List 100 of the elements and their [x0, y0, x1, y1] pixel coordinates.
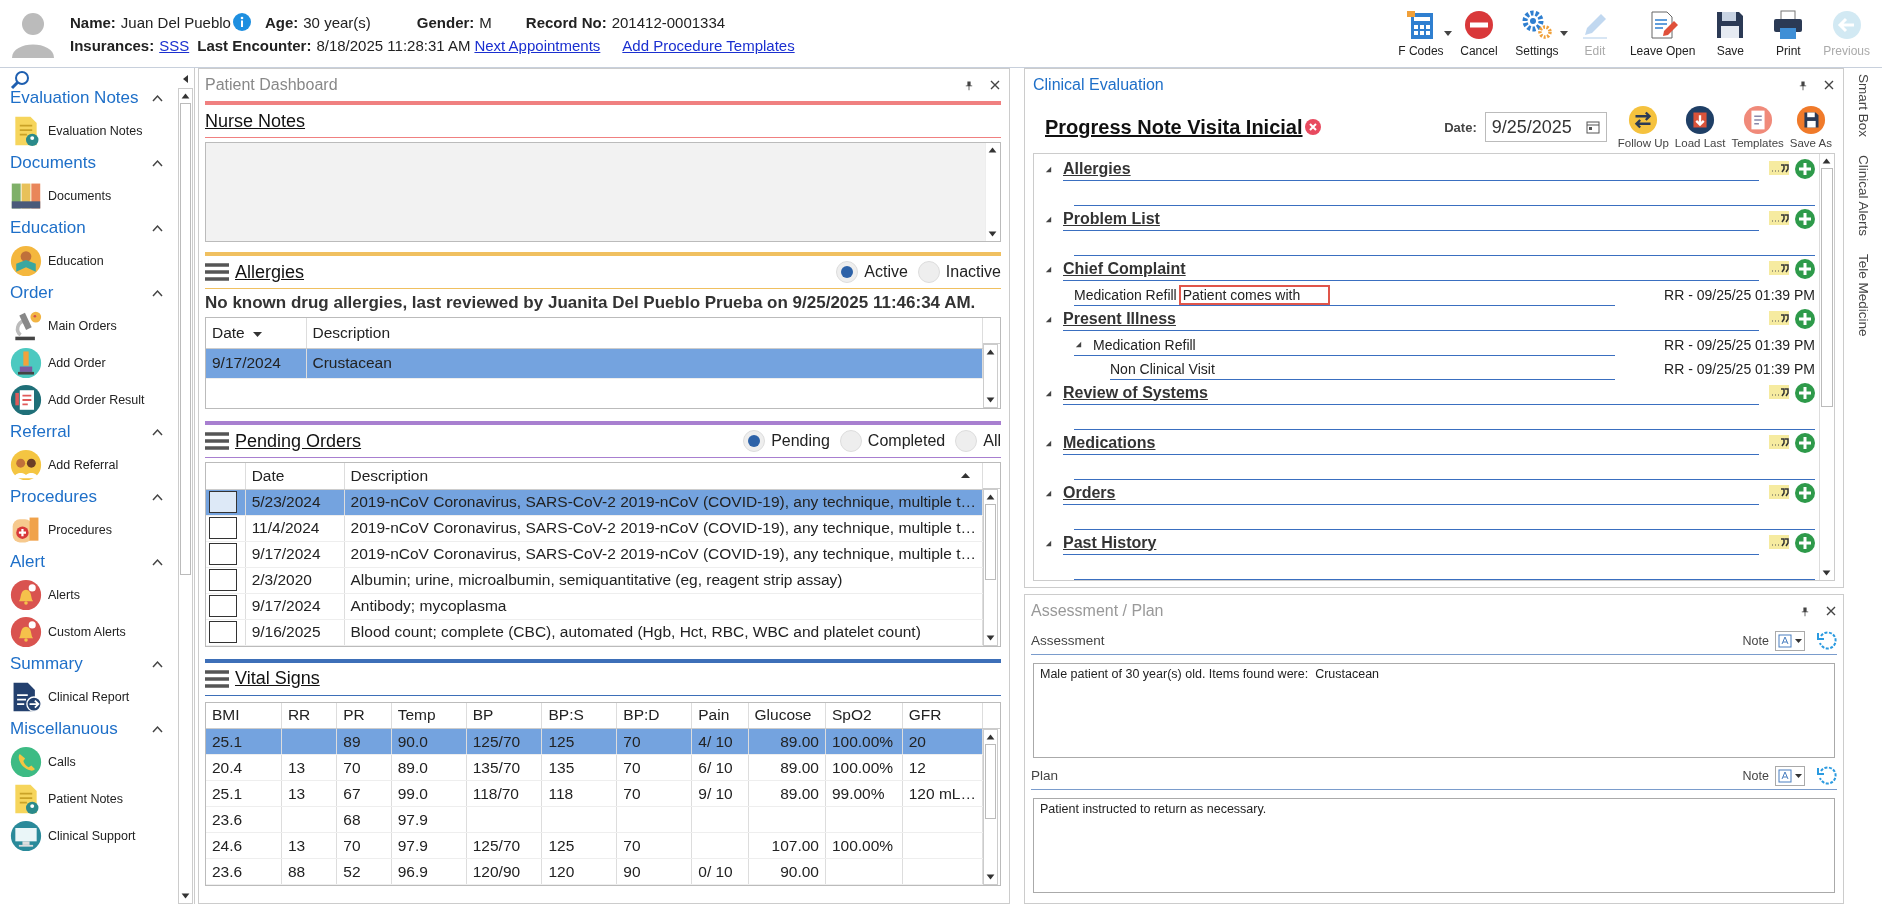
nav-item[interactable]: Add Order Result — [48, 392, 145, 407]
toolbar-button[interactable]: Settings — [1507, 7, 1566, 60]
quote-icon[interactable] — [1769, 260, 1789, 278]
insurance-link[interactable]: SSS — [159, 37, 190, 54]
checkbox[interactable] — [209, 517, 237, 539]
calendar-icon[interactable] — [1585, 120, 1600, 134]
date-field[interactable]: 9/25/2025 — [1484, 112, 1607, 142]
checkbox[interactable] — [209, 595, 237, 617]
toolbar-button[interactable]: Print — [1759, 7, 1818, 60]
nav-item[interactable]: Add Referral — [48, 457, 119, 472]
quote-icon[interactable] — [1769, 484, 1789, 502]
table-row[interactable]: 9/16/2025 Blood count; complete (CBC), automated (Hgb, Hct, RBC, WBC and platelet count) — [206, 619, 983, 645]
nav-item[interactable]: Add Order — [48, 355, 106, 370]
expand-arrow-icon[interactable] — [1044, 214, 1053, 224]
radio-button[interactable]: Inactive — [917, 261, 1001, 283]
table-row[interactable]: 11/4/2024 2019-nCoV Coronavirus, SARS-CoV-2 2019-nCoV (COVID-19), any technique, multiple t… — [206, 515, 983, 541]
quote-icon[interactable] — [1769, 534, 1789, 552]
radio-button[interactable]: Pending — [743, 430, 830, 452]
notes-field[interactable] — [205, 142, 1001, 242]
scrollbar[interactable] — [178, 88, 193, 904]
radio-button[interactable]: Active — [836, 261, 908, 283]
close-icon[interactable] — [1825, 605, 1837, 617]
table-row[interactable]: 9/17/2024 2019-nCoV Coronavirus, SARS-CoV-2 2019-nCoV (COVID-19), any technique, multiple t… — [206, 541, 983, 567]
caret-icon[interactable] — [1443, 31, 1452, 37]
column-header[interactable]: BP:S — [542, 702, 617, 729]
nav-item[interactable]: Procedures — [48, 522, 112, 537]
remove-icon[interactable] — [1304, 119, 1321, 135]
nav-item[interactable]: Clinical Support — [48, 828, 136, 843]
checkbox[interactable] — [209, 621, 237, 643]
expand-arrow-icon[interactable] — [1074, 340, 1083, 349]
sort-arrow-icon[interactable] — [961, 473, 970, 479]
toolbar-button[interactable]: F Codes — [1391, 7, 1450, 60]
chevron-icon[interactable] — [152, 558, 163, 566]
column-header[interactable]: BMI — [206, 702, 282, 729]
menu-icon[interactable] — [205, 263, 229, 281]
checkbox[interactable] — [209, 543, 237, 565]
add-icon[interactable] — [1795, 533, 1815, 553]
text-format-dropdown[interactable] — [1775, 765, 1805, 786]
section-heading[interactable]: Problem List — [1063, 209, 1160, 228]
menu-icon[interactable] — [205, 432, 229, 450]
section-title[interactable]: Vital Signs — [235, 668, 320, 689]
refresh-icon[interactable] — [1817, 765, 1837, 786]
nav-item[interactable]: Documents — [48, 188, 112, 203]
chevron-icon[interactable] — [152, 94, 163, 102]
column-header[interactable]: Date — [245, 463, 345, 489]
table-row[interactable]: 24.6 13 70 97.9 125/70 125 70 107.00 100.00% — [206, 832, 983, 859]
column-header[interactable]: GFR — [902, 702, 983, 729]
scrollbar[interactable] — [1819, 154, 1834, 580]
checkbox[interactable] — [209, 569, 237, 591]
section-title[interactable]: Pending Orders — [235, 430, 362, 452]
header-link[interactable]: Add Procedure Templates — [622, 37, 795, 54]
table-row[interactable]: 25.1 89 90.0 125/70 125 70 4/ 10 89.00 100.00% 20 — [206, 728, 983, 755]
caret-icon[interactable] — [1559, 31, 1568, 37]
section-heading[interactable]: Present Illness — [1063, 309, 1176, 328]
toolbar-button[interactable]: Save — [1701, 7, 1760, 60]
refresh-icon[interactable] — [1817, 630, 1837, 651]
expand-arrow-icon[interactable] — [1044, 164, 1053, 174]
quote-icon[interactable] — [1769, 210, 1789, 228]
action-button[interactable]: Save As — [1786, 105, 1835, 149]
chevron-icon[interactable] — [152, 224, 163, 232]
nav-item[interactable]: Custom Alerts — [48, 624, 126, 639]
radio-button[interactable]: Completed — [839, 430, 946, 452]
nav-item[interactable]: Calls — [48, 754, 76, 769]
table-row[interactable]: 5/23/2024 2019-nCoV Coronavirus, SARS-CoV-2 2019-nCoV (COVID-19), any technique, multiple t… — [206, 489, 983, 515]
table-row[interactable]: 23.6 68 97.9 — [206, 806, 983, 833]
side-tab[interactable]: Clinical Alerts — [1855, 155, 1871, 237]
checkbox[interactable] — [209, 491, 237, 513]
action-button[interactable]: Load Last — [1671, 105, 1729, 149]
side-tab[interactable]: Smart Box — [1855, 74, 1871, 138]
text-field[interactable]: Male patient of 30 year(s) old. Items found were: Crustacean — [1033, 663, 1835, 758]
header-link[interactable]: Next Appointments — [474, 37, 601, 54]
section-heading[interactable]: Medications — [1063, 433, 1156, 452]
section-heading[interactable]: Allergies — [1063, 159, 1131, 178]
info-icon[interactable] — [232, 13, 251, 31]
menu-icon[interactable] — [205, 669, 229, 688]
chevron-icon[interactable] — [152, 493, 163, 501]
expand-arrow-icon[interactable] — [1044, 438, 1053, 448]
expand-arrow-icon[interactable] — [1044, 538, 1053, 548]
close-icon[interactable] — [989, 79, 1001, 91]
add-icon[interactable] — [1795, 259, 1815, 279]
search-icon[interactable] — [10, 70, 30, 90]
section-title[interactable]: Nurse Notes — [205, 110, 306, 132]
table-row[interactable]: 25.1 13 67 99.0 118/70 118 70 9/ 10 89.00 99.00% 120 mL… — [206, 780, 983, 807]
column-header[interactable]: Glucose — [748, 702, 826, 729]
expand-arrow-icon[interactable] — [1044, 488, 1053, 498]
action-button[interactable]: Follow Up — [1614, 105, 1672, 149]
text-format-dropdown[interactable] — [1775, 630, 1805, 651]
column-header[interactable]: Description — [344, 463, 983, 489]
column-header[interactable]: Pain — [691, 702, 749, 729]
add-icon[interactable] — [1795, 433, 1815, 453]
column-header[interactable]: Description — [306, 318, 983, 348]
add-icon[interactable] — [1795, 383, 1815, 403]
section-heading[interactable]: Chief Complaint — [1063, 259, 1186, 278]
add-icon[interactable] — [1795, 209, 1815, 229]
nav-item[interactable]: Education — [48, 253, 104, 268]
text-field[interactable]: Patient instructed to return as necessary. — [1033, 798, 1835, 893]
side-tab[interactable]: Tele Medicine — [1855, 254, 1871, 337]
nav-item[interactable]: Alerts — [48, 587, 80, 602]
column-header[interactable]: RR — [281, 702, 337, 729]
column-header[interactable]: SpO2 — [825, 702, 903, 729]
